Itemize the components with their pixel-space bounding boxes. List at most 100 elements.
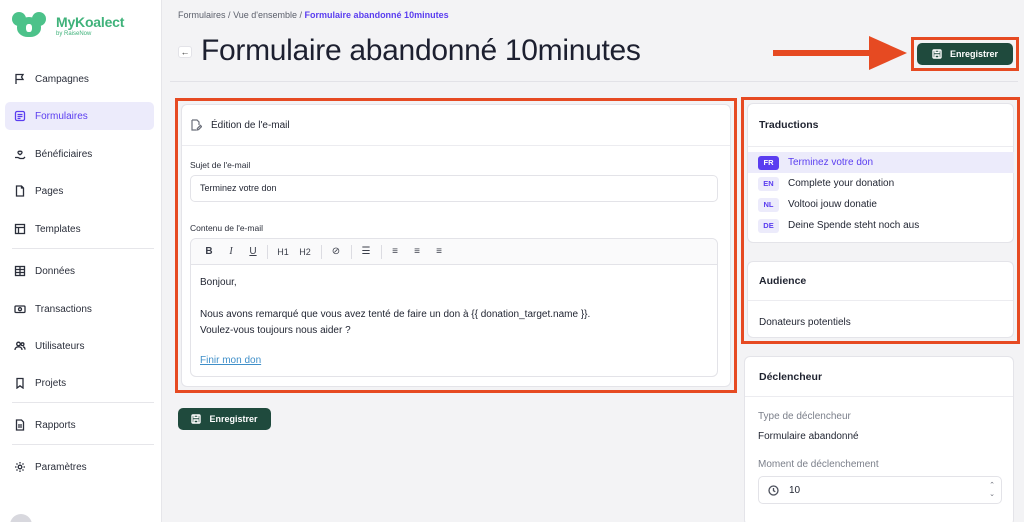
avatar[interactable]: [10, 514, 32, 522]
trigger-moment-input[interactable]: 10 ⌃ ⌄: [758, 476, 1002, 504]
sidebar-item-templates[interactable]: Templates: [5, 215, 154, 243]
sidebar-item-formulaires[interactable]: Formulaires: [5, 102, 154, 130]
sidebar-item-transactions[interactable]: Transactions: [5, 295, 154, 323]
heading2-icon[interactable]: H2: [297, 245, 313, 259]
sidebar-item-utilisateurs[interactable]: Utilisateurs: [5, 332, 154, 360]
finish-donation-link[interactable]: Finir mon don: [200, 353, 590, 369]
clock-icon: [768, 484, 779, 496]
bold-icon[interactable]: B: [203, 245, 215, 259]
translation-item-en[interactable]: EN Complete your donation: [748, 173, 1014, 194]
sidebar-item-label: Transactions: [35, 303, 92, 315]
flag-icon: [15, 73, 25, 84]
trigger-card: Déclencheur Type de déclencheur Formulai…: [744, 356, 1014, 522]
translations-card: Traductions FR Terminez votre don EN Com…: [747, 103, 1014, 243]
content-label: Contenu de l'e-mail: [190, 223, 263, 233]
sidebar-item-label: Pages: [35, 185, 64, 197]
sidebar-item-campagnes[interactable]: Campagnes: [5, 65, 154, 93]
translation-item-nl[interactable]: NL Voltooi jouw donatie: [748, 194, 1014, 215]
hand-heart-icon: [15, 150, 26, 160]
breadcrumb-formulaires[interactable]: Formulaires: [178, 10, 226, 20]
email-editor-title: Édition de l'e-mail: [211, 119, 290, 131]
toolbar-divider: [351, 245, 352, 259]
form-icon: [14, 110, 26, 122]
underline-icon[interactable]: U: [247, 245, 259, 259]
stepper-down-icon[interactable]: ⌄: [989, 490, 995, 499]
template-icon: [14, 223, 26, 235]
sidebar-item-label: Formulaires: [35, 110, 88, 122]
card-divider: [748, 300, 1013, 301]
toolbar-divider: [321, 245, 322, 259]
email-content-editor[interactable]: B I U H1 H2 ⊘ ☰ ≡ ≡ ≡ Bonjour, Nous avon…: [190, 238, 718, 377]
email-line: Voulez-vous toujours nous aider ?: [200, 325, 351, 336]
sidebar-item-donnees[interactable]: Données: [5, 257, 154, 285]
link-icon[interactable]: ⊘: [329, 245, 343, 259]
email-line: Nous avons remarqué que vous avez tenté …: [200, 309, 591, 320]
app-logo[interactable]: MyKoalect by RaiseNow: [12, 12, 124, 38]
lang-badge: EN: [758, 176, 779, 191]
italic-icon[interactable]: I: [225, 245, 237, 259]
page-title: Formulaire abandonné 10minutes: [201, 34, 641, 67]
translation-text: Voltooi jouw donatie: [788, 199, 877, 210]
bookmark-icon: [16, 377, 24, 389]
gear-icon: [15, 462, 25, 472]
sidebar-item-label: Campagnes: [35, 73, 89, 85]
sidebar-item-label: Paramètres: [35, 461, 87, 473]
page-icon: [15, 185, 25, 197]
lang-badge: NL: [758, 197, 779, 212]
email-editor-card: Édition de l'e-mail Sujet de l'e-mail Te…: [181, 104, 731, 387]
breadcrumb-separator: /: [299, 10, 303, 20]
trigger-moment-value: 10: [789, 484, 801, 496]
sidebar-item-pages[interactable]: Pages: [5, 177, 154, 205]
sidebar-item-label: Utilisateurs: [35, 340, 85, 352]
translation-item-de[interactable]: DE Deine Spende steht noch aus: [748, 215, 1014, 236]
trigger-type-label: Type de déclencheur: [758, 411, 851, 422]
subject-label: Sujet de l'e-mail: [190, 160, 251, 170]
card-divider: [745, 396, 1013, 397]
translation-text: Deine Spende steht noch aus: [788, 220, 920, 231]
save-button[interactable]: Enregistrer: [917, 43, 1013, 65]
save-button-label: Enregistrer: [209, 414, 258, 424]
translation-text: Terminez votre don: [788, 157, 874, 168]
breadcrumb: Formulaires / Vue d'ensemble / Formulair…: [178, 10, 449, 20]
sidebar-item-label: Templates: [35, 223, 81, 235]
sidebar-item-parametres[interactable]: Paramètres: [5, 453, 154, 481]
bullet-list-icon[interactable]: ☰: [359, 245, 373, 259]
number-stepper[interactable]: ⌃ ⌄: [989, 481, 995, 499]
breadcrumb-overview[interactable]: Vue d'ensemble: [233, 10, 297, 20]
translation-text: Complete your donation: [788, 178, 895, 189]
sidebar-item-label: Rapports: [35, 419, 76, 431]
save-icon: [932, 49, 942, 59]
stepper-up-icon[interactable]: ⌃: [989, 481, 995, 490]
sidebar-item-label: Données: [35, 265, 76, 277]
editor-body[interactable]: Bonjour, Nous avons remarqué que vous av…: [200, 275, 590, 369]
card-divider: [182, 145, 730, 146]
save-button-label: Enregistrer: [949, 49, 999, 59]
sidebar-item-rapports[interactable]: Rapports: [5, 411, 154, 439]
breadcrumb-current: Formulaire abandonné 10minutes: [304, 10, 449, 20]
header-divider: [170, 81, 1018, 82]
trigger-type-value: Formulaire abandonné: [758, 431, 859, 442]
sidebar-divider: [12, 248, 154, 249]
sidebar-item-label: Projets: [35, 377, 67, 389]
align-center-icon[interactable]: ≡: [411, 245, 423, 259]
sidebar-item-beneficiaires[interactable]: Bénéficiaires: [5, 140, 154, 168]
card-divider: [748, 146, 1013, 147]
table-icon: [14, 265, 26, 277]
back-arrow-icon[interactable]: ←: [178, 46, 192, 58]
money-icon: [14, 305, 26, 314]
sidebar-item-projets[interactable]: Projets: [5, 369, 154, 397]
align-right-icon[interactable]: ≡: [433, 245, 445, 259]
align-left-icon[interactable]: ≡: [389, 245, 401, 259]
save-icon: [191, 414, 202, 424]
heading1-icon[interactable]: H1: [275, 245, 291, 259]
edit-document-icon: [191, 119, 202, 131]
save-button-bottom[interactable]: Enregistrer: [178, 408, 271, 430]
translation-item-fr[interactable]: FR Terminez votre don: [748, 152, 1014, 173]
editor-toolbar: B I U H1 H2 ⊘ ☰ ≡ ≡ ≡: [191, 239, 717, 265]
app-subtitle: by RaiseNow: [56, 30, 92, 37]
audience-title: Audience: [759, 275, 807, 287]
sidebar-divider: [12, 402, 154, 403]
trigger-title: Déclencheur: [759, 371, 823, 383]
subject-input[interactable]: Terminez votre don: [190, 175, 718, 202]
audience-card: Audience Donateurs potentiels: [747, 261, 1014, 338]
